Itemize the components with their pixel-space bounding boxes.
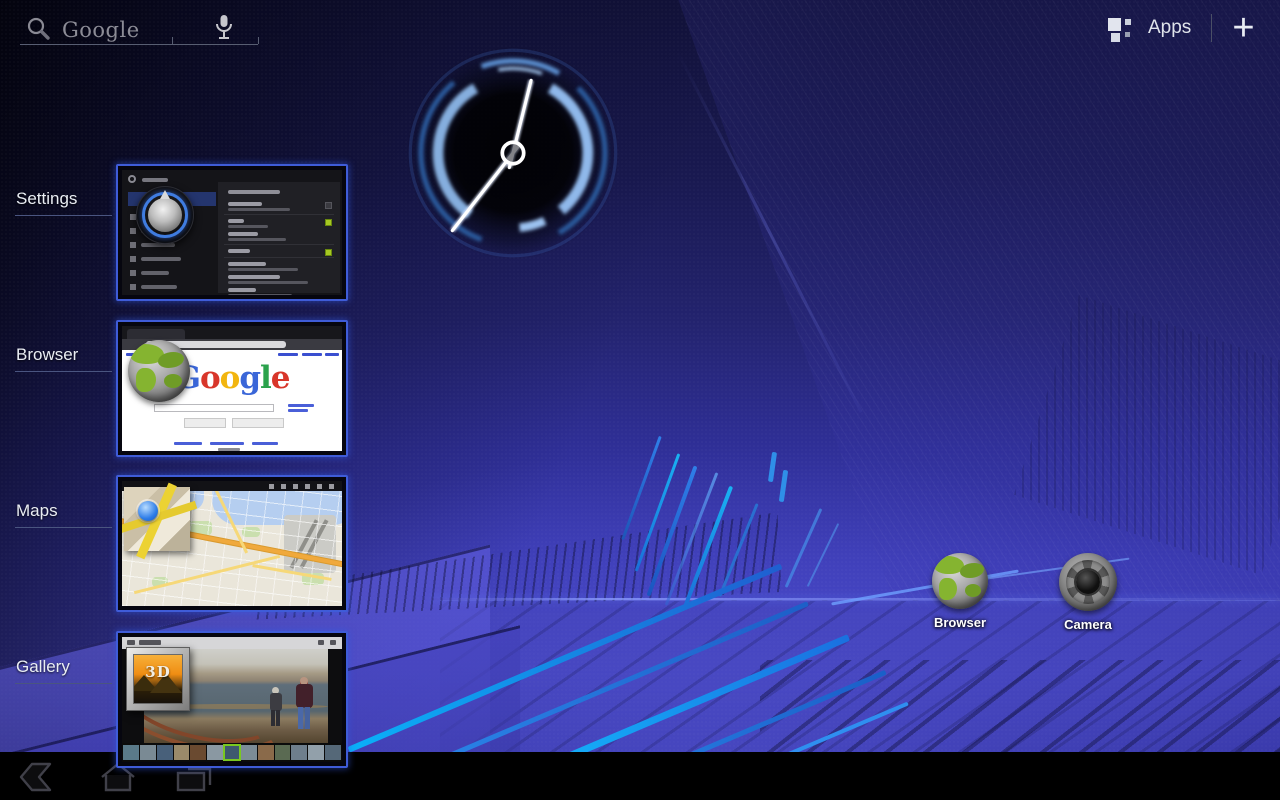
recent-thumbnail-browser[interactable]: Google [116, 320, 348, 457]
nav-back-button[interactable] [14, 761, 70, 793]
google-search-widget[interactable]: Google [20, 6, 260, 50]
recent-underline [15, 371, 112, 372]
apps-corner: Apps + [1108, 6, 1255, 50]
recent-label-settings: Settings [16, 189, 77, 209]
recent-underline [15, 527, 112, 528]
apps-grid-icon [1108, 15, 1135, 42]
dock-shortcut-browser[interactable]: Browser [905, 553, 1015, 630]
topbar-divider [1211, 14, 1212, 42]
search-underline [20, 44, 172, 45]
recent-underline [15, 215, 112, 216]
browser-globe-icon [128, 340, 190, 402]
maps-screen-preview [122, 481, 342, 606]
voice-search-button[interactable] [198, 12, 248, 48]
camera-icon [1059, 553, 1117, 611]
apps-label: Apps [1148, 17, 1191, 39]
dock-label-camera: Camera [1033, 617, 1143, 632]
dock-shortcut-camera[interactable]: Camera [1033, 553, 1143, 632]
settings-screen-preview [122, 170, 342, 295]
gallery-3d-label: 3D [134, 663, 182, 681]
analog-clock-widget[interactable] [406, 46, 620, 260]
gallery-filmstrip [122, 743, 342, 762]
maps-app-icon [124, 487, 190, 551]
dock-label-browser: Browser [905, 615, 1015, 630]
settings-detail-panel [218, 182, 340, 293]
gallery-app-icon: 3D [126, 647, 190, 711]
recent-label-browser: Browser [16, 345, 78, 365]
recent-thumbnail-maps[interactable] [116, 475, 348, 612]
underline-tick [258, 37, 259, 44]
browser-screen-preview: Google [122, 326, 342, 451]
mic-icon [215, 14, 233, 42]
browser-globe-icon [932, 553, 988, 609]
gallery-screen-preview: 3D [122, 637, 342, 762]
volume-knob [136, 186, 194, 244]
recent-thumbnail-gallery[interactable]: 3D [116, 631, 348, 768]
search-logo-text: Google [62, 18, 140, 42]
back-icon [14, 761, 70, 793]
recent-label-maps: Maps [16, 501, 58, 521]
recent-thumbnail-settings[interactable] [116, 164, 348, 301]
map-pin-icon [138, 501, 158, 521]
add-widget-button[interactable]: + [1232, 13, 1254, 43]
underline-tick [172, 37, 173, 44]
analog-clock-face [406, 46, 620, 260]
recent-label-gallery: Gallery [16, 657, 70, 677]
honeycomb-home-screen: Google Apps + [0, 0, 1280, 800]
search-icon [26, 16, 52, 42]
apps-launcher-button[interactable]: Apps [1108, 15, 1191, 42]
recent-underline [15, 683, 112, 684]
